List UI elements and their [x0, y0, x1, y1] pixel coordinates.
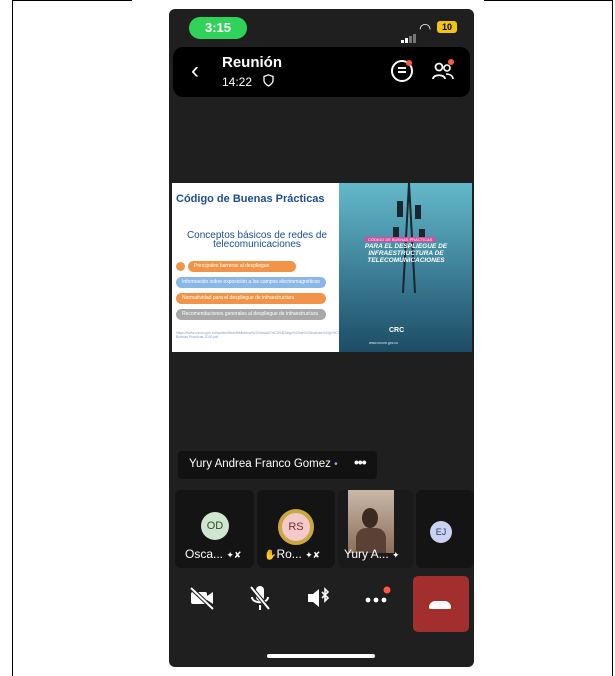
- slide-right-title: PARA EL DESPLIEGUE DE INFRAESTRUCTURA DE…: [364, 243, 448, 264]
- mic-off-icon[interactable]: [240, 578, 280, 618]
- home-indicator[interactable]: [267, 654, 375, 658]
- avatar: EJ: [430, 521, 452, 543]
- slide-bullet-dot: [176, 262, 185, 271]
- avatar: OD: [201, 512, 229, 540]
- audio-icon: ✦: [392, 550, 400, 560]
- audio-icon: •: [334, 459, 338, 470]
- slide-right-panel: CÓDIGO DE BUENAS PRÁCTICAS PARA EL DESPL…: [339, 183, 472, 352]
- shared-presentation[interactable]: Código de Buenas Prácticas Conceptos bás…: [172, 183, 472, 352]
- crc-logo: CRC: [389, 327, 405, 334]
- wifi-icon: ◠: [419, 20, 432, 36]
- slide-title: Código de Buenas Prácticas: [176, 193, 325, 205]
- slide-link-text: https://www.crcom.gov.co/system/files/Bi…: [176, 331, 370, 339]
- slide-bullet: Información sobre exposición a los campo…: [176, 277, 326, 288]
- meeting-header: ‹ Reunión 14:22: [173, 47, 470, 97]
- raised-hand-icon: ✋: [264, 550, 277, 561]
- status-time[interactable]: 3:15: [189, 17, 247, 39]
- phone-screen: 3:15 ◠ 10 ‹ Reunión 14:22 Código de Buen…: [169, 9, 474, 667]
- slide-bullet: Principales barreras al despliegue: [188, 261, 296, 272]
- status-bar: 3:15 ◠ 10: [169, 9, 474, 45]
- participants-notification-dot: [448, 59, 454, 65]
- slide-bullet: Normatividad para el despliegue de infra…: [176, 293, 326, 304]
- frame-top-right: [484, 0, 613, 1]
- muted-icon: ✦✘: [305, 550, 321, 560]
- end-call-button[interactable]: [413, 576, 469, 632]
- slide-bullet: Recomendaciones generales al despliegue …: [176, 309, 326, 320]
- speaker-bluetooth-icon[interactable]: [298, 578, 338, 618]
- video-feed: [348, 490, 394, 553]
- more-options-icon[interactable]: [356, 578, 396, 618]
- participant-tile[interactable]: EJ: [416, 490, 474, 568]
- slide-right-heading: CÓDIGO DE BUENAS PRÁCTICAS: [365, 237, 436, 242]
- active-speaker-label[interactable]: Yury Andrea Franco Gomez • •••: [178, 451, 377, 479]
- participant-tile[interactable]: RS ✋Ro... ✦✘: [257, 490, 335, 568]
- meeting-timer: 14:22: [222, 75, 253, 89]
- camera-off-icon[interactable]: [182, 578, 222, 618]
- battery-icon: 10: [437, 21, 457, 33]
- slide-right-footer: www.crcom.gov.co: [369, 341, 398, 345]
- participant-name: Osca... ✦✘: [185, 547, 242, 561]
- participant-name: Yury A... ✦: [344, 547, 400, 561]
- slide-left-panel: Código de Buenas Prácticas Conceptos bás…: [172, 183, 370, 352]
- muted-icon: ✦✘: [226, 550, 242, 560]
- participant-tile[interactable]: OD Osca... ✦✘: [175, 490, 254, 568]
- shield-icon: [263, 74, 274, 87]
- participant-tile[interactable]: Yury A... ✦: [338, 490, 413, 568]
- meeting-title: Reunión: [222, 54, 282, 71]
- frame-top-left: [12, 0, 132, 1]
- speaker-more-icon[interactable]: •••: [354, 454, 367, 470]
- back-icon[interactable]: ‹: [191, 57, 199, 85]
- active-speaker-name: Yury Andrea Franco Gomez •: [189, 458, 338, 470]
- signal-icon: [401, 25, 417, 43]
- slide-subtitle: Conceptos básicos de redes de telecomuni…: [186, 230, 328, 250]
- participant-name: ✋Ro... ✦✘: [264, 547, 321, 561]
- chat-notification-dot: [406, 60, 412, 66]
- avatar-speaking: RS: [278, 509, 314, 545]
